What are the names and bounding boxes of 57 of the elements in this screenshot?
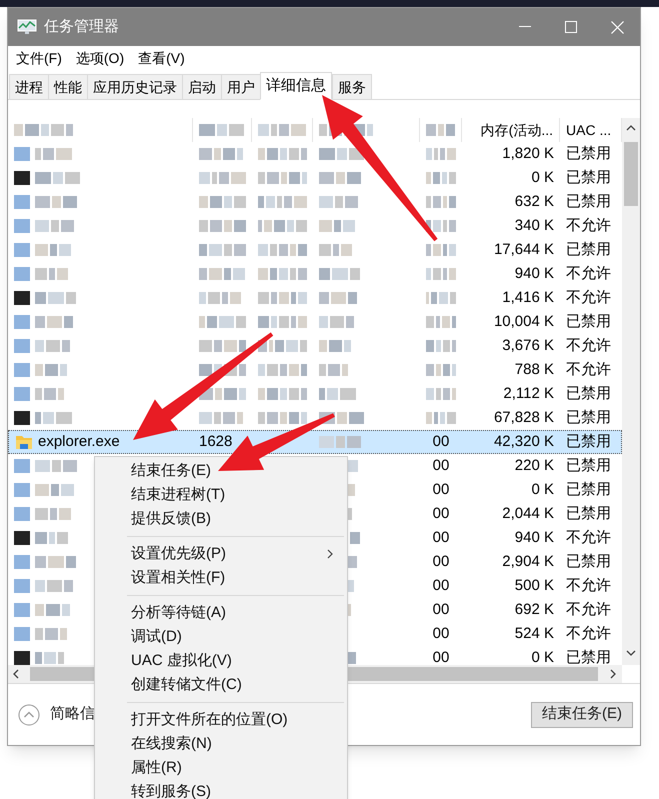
table-cell-text: 已禁用 [566,408,611,428]
table-cell-text: 1,820 K [502,144,554,164]
table-cell-text: 00 [432,504,450,524]
table-cell-text: 已禁用 [566,648,611,665]
table-cell-text: 940 K [514,264,554,284]
table-cell-text: 0 K [531,168,554,188]
table-cell-text: 67,828 K [494,408,554,428]
table-cell-text: 340 K [514,216,554,236]
window-title: 任务管理器 [44,16,119,37]
table-cell-text: 已禁用 [566,168,611,188]
table-cell-text: 不允许 [566,216,611,236]
table-cell-text: 0 K [531,480,554,500]
table-cell-text: 788 K [514,360,554,380]
table-cell-text: 已禁用 [566,384,611,404]
table-cell-text: 2,904 K [502,552,554,572]
table-cell-text: 00 [432,480,450,500]
table-cell-text: 2,044 K [502,504,554,524]
table-cell-text: 00 [432,552,450,572]
table-cell-text: 不允许 [566,600,611,620]
table-cell-text: 已禁用 [566,456,611,476]
table-cell-text: 1628 [199,432,232,452]
table-cell-text: 10,004 K [494,312,554,332]
table-cell-text: 00 [432,600,450,620]
table-cell-text: 00 [432,528,450,548]
table-cell-text: 已禁用 [566,144,611,164]
table-cell-text: 692 K [514,600,554,620]
table-cell-text: 00 [432,648,450,665]
table-cell-text: 1,416 K [502,288,554,308]
table-cell-text: 524 K [514,624,554,644]
table-cell-text: 已禁用 [566,504,611,524]
table-cell-text: explorer.exe [38,432,120,452]
table-cell-text: 00 [432,456,450,476]
table-cell-text: 42,320 K [494,432,554,452]
table-cell-text: 00 [432,624,450,644]
table-cell-text: 00 [432,432,450,452]
table-cell-text: 不允许 [566,360,611,380]
table-cell-text: 已禁用 [566,480,611,500]
table-cell-text: 不允许 [566,288,611,308]
table-cell-text: 940 K [514,528,554,548]
table-cell-text: 220 K [514,456,554,476]
table-cell-text: 已禁用 [566,552,611,572]
table-cell-text: 3,676 K [502,336,554,356]
table-cell-text: 不允许 [566,576,611,596]
table-cell-text: 2,112 K [503,384,554,404]
table-cell-text: 不允许 [566,528,611,548]
table-cell-text: 17,644 K [494,240,554,260]
table-cell-text: 不允许 [566,624,611,644]
table-cell-text: 已禁用 [566,432,611,452]
table-cell-text: 已禁用 [566,240,611,260]
table-cell-text: 已禁用 [566,192,611,212]
table-cell-text: 已禁用 [566,312,611,332]
table-cell-text: 632 K [514,192,554,212]
table-cell-text: 不允许 [566,264,611,284]
table-cell-text: 0 K [531,648,554,665]
table-cell-text: 00 [432,576,450,596]
table-cell-text: 不允许 [566,336,611,356]
table-cell-text: 500 K [514,576,554,596]
